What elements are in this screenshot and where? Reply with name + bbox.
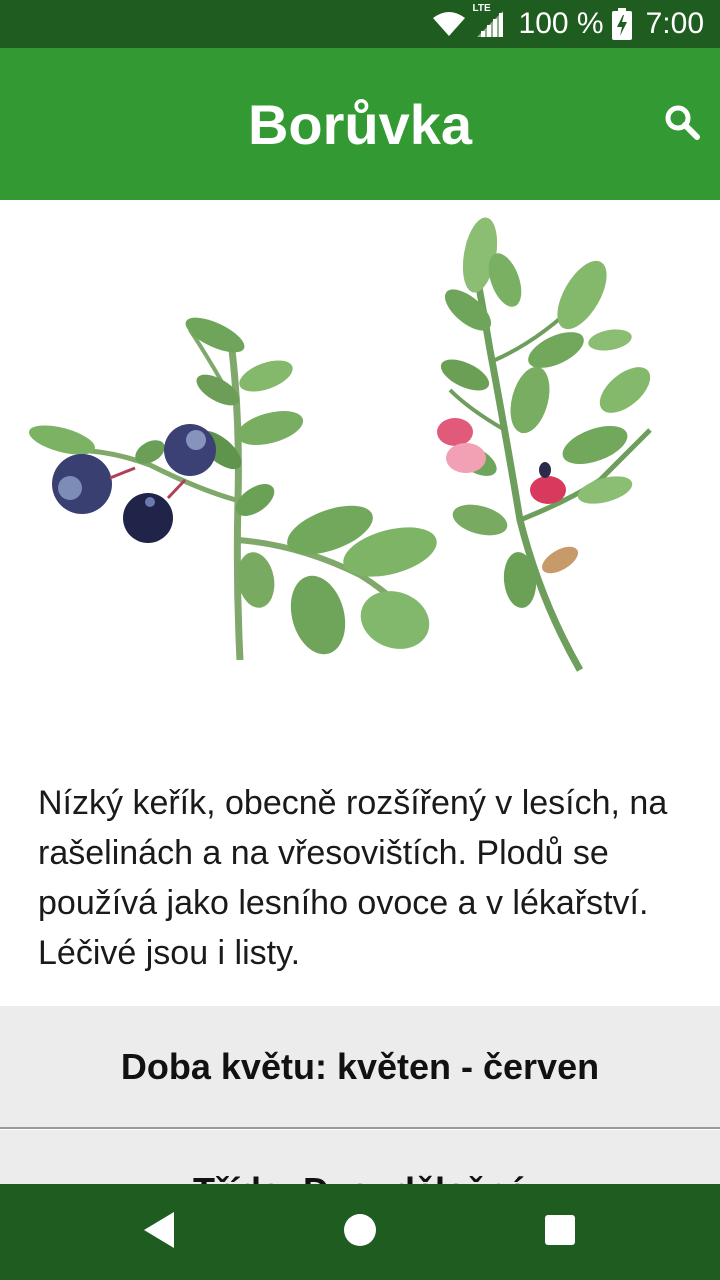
flowering-time-label: Doba květu: květen - červen (120, 1046, 600, 1087)
home-icon (342, 1212, 378, 1253)
navigation-bar (0, 1184, 720, 1280)
home-button[interactable] (336, 1208, 384, 1256)
back-icon (140, 1210, 180, 1255)
class-label: Třída: Dvouděložné (193, 1170, 527, 1184)
wifi-icon (431, 10, 467, 38)
page-title: Borůvka (247, 93, 473, 156)
cell-signal-icon: LTE (473, 3, 505, 39)
blueberry-plant-illustration (0, 200, 720, 740)
battery-percent: 100 % (518, 7, 604, 40)
status-bar: LTE 100 % 7:00 (0, 0, 720, 48)
fruiting-branch (29, 317, 437, 661)
back-button[interactable] (136, 1208, 184, 1256)
search-button[interactable] (658, 100, 706, 148)
recents-icon (544, 1214, 576, 1251)
info-row-flowering-time: Doba květu: květen - červen (0, 1006, 720, 1128)
search-icon (662, 102, 702, 147)
battery-charging-icon (611, 8, 632, 40)
flowering-branch (437, 217, 652, 672)
detail-content[interactable]: Nízký keřík, obecně rozšířený v lesích, … (0, 200, 720, 1184)
app-bar: Borůvka (0, 48, 720, 200)
plant-description: Nízký keřík, obecně rozšířený v lesích, … (38, 784, 668, 972)
recents-button[interactable] (536, 1208, 584, 1256)
network-type-label: LTE (472, 3, 491, 14)
divider (0, 1127, 720, 1129)
clock: 7:00 (645, 7, 704, 40)
info-row-class: Třída: Dvouděložné (0, 1130, 720, 1184)
